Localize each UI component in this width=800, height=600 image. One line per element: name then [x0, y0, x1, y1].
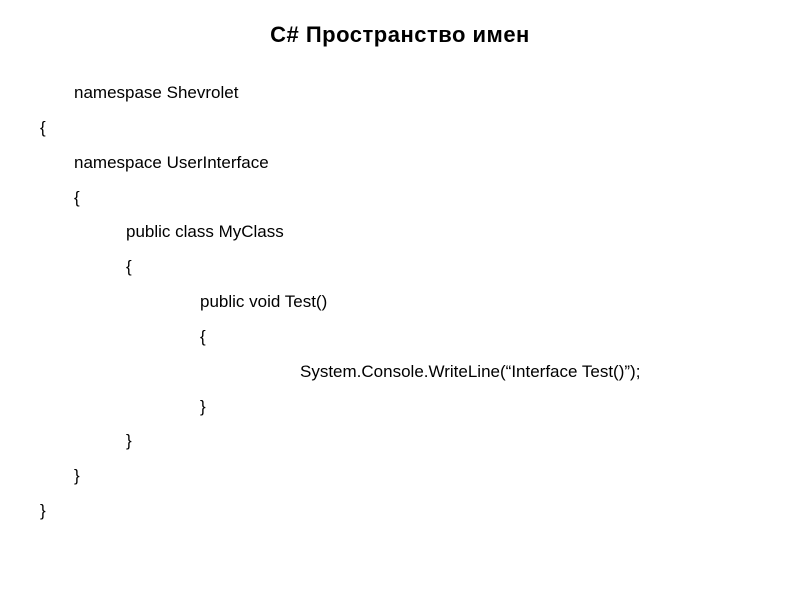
code-line: public class MyClass: [40, 215, 760, 250]
code-line: }: [40, 494, 760, 529]
code-line: {: [40, 320, 760, 355]
code-line: {: [40, 111, 760, 146]
code-line: public void Test(): [40, 285, 760, 320]
code-line: namespace UserInterface: [40, 146, 760, 181]
code-line: namespase Shevrolet: [40, 76, 760, 111]
code-line: {: [40, 181, 760, 216]
code-line: }: [40, 459, 760, 494]
code-line: }: [40, 424, 760, 459]
code-line: {: [40, 250, 760, 285]
slide-title: C# Пространство имен: [40, 22, 760, 48]
code-line: System.Console.WriteLine(“Interface Test…: [40, 355, 760, 390]
code-line: }: [40, 390, 760, 425]
code-block: namespase Shevrolet { namespace UserInte…: [40, 76, 760, 529]
